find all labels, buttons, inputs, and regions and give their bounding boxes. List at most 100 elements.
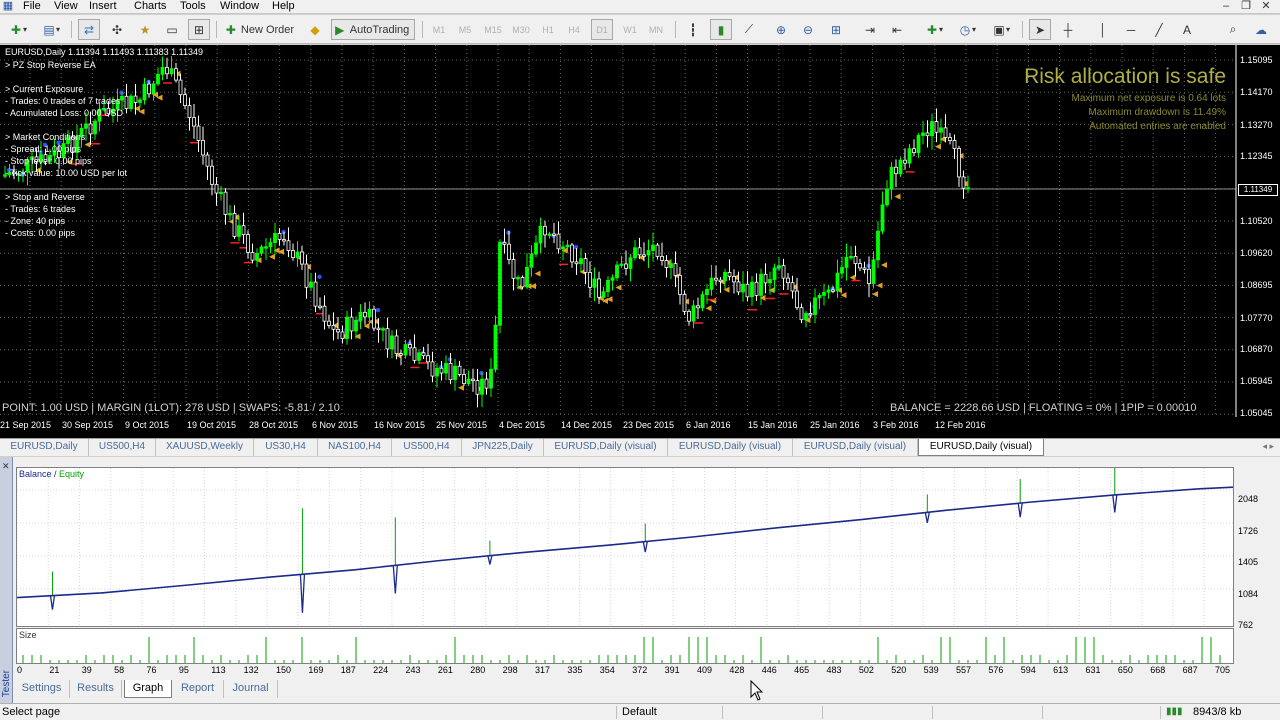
candle-body <box>453 365 457 381</box>
candle-body <box>718 279 723 283</box>
trade-axis-label: 465 <box>794 665 810 675</box>
vertical-line-button[interactable]: │ <box>1092 19 1114 40</box>
indicators-button[interactable]: ✚ ▾ <box>920 19 948 40</box>
tab-results[interactable]: Results <box>70 680 122 698</box>
periods-button[interactable]: ◷ ▾ <box>953 19 981 40</box>
chat-icon: ☁ <box>1255 22 1267 37</box>
restore-icon[interactable]: ❐ <box>1238 0 1254 13</box>
tab-chart[interactable]: US500,H4 <box>392 439 462 456</box>
line-chart-button[interactable]: ⟋ <box>738 19 760 40</box>
tab-scroll-arrows[interactable]: ◂ ▸ <box>1262 441 1274 452</box>
timeframe-h4[interactable]: H4 <box>563 19 585 40</box>
text-tool-button[interactable]: A <box>1176 19 1198 40</box>
trade-axis-label: 409 <box>696 665 712 675</box>
timeframe-h1[interactable]: H1 <box>537 19 559 40</box>
candle-body <box>466 378 471 384</box>
tab-settings[interactable]: Settings <box>14 680 70 698</box>
menu-tools[interactable]: Tools <box>180 0 206 14</box>
tab-chart[interactable]: NAS100,H4 <box>318 439 392 456</box>
cursor-tool-button[interactable]: ➤ <box>1029 19 1051 40</box>
meta-editor-button[interactable]: ◆ <box>304 19 326 40</box>
trade-axis-label: 557 <box>955 665 971 675</box>
search-button[interactable]: ⌕ <box>1222 19 1244 40</box>
indicators-icon: ✚ <box>926 22 938 37</box>
menu-file[interactable]: File <box>23 0 41 14</box>
tab-chart[interactable]: US500,H4 <box>89 439 156 456</box>
menu-insert[interactable]: Insert <box>89 0 117 14</box>
menu-help[interactable]: Help <box>272 0 295 14</box>
candle-body <box>444 362 448 374</box>
candle-body <box>876 230 880 261</box>
candle-body <box>376 327 381 331</box>
bar-chart-button[interactable]: ┇ <box>682 19 704 40</box>
menu-charts[interactable]: Charts <box>134 0 166 14</box>
play-icon: ▶ <box>335 22 345 37</box>
market-watch-button[interactable]: ⇄ <box>78 19 100 40</box>
tab-report[interactable]: Report <box>172 680 224 698</box>
tab-chart[interactable]: EURUSD,Daily (visual) <box>668 439 793 456</box>
profiles-button[interactable]: ▤ ▾ <box>36 19 66 40</box>
legend-balance: Balance <box>19 469 52 479</box>
candle-body <box>844 256 849 268</box>
trade-marker-icon <box>363 323 370 330</box>
trade-axis-label: 613 <box>1053 665 1069 675</box>
strategy-tester-button[interactable]: ⊞ <box>188 19 210 40</box>
timeframe-m15[interactable]: M15 <box>481 19 505 40</box>
auto-scroll-button[interactable]: ⇥ <box>859 19 881 40</box>
tile-windows-button[interactable]: ⊞ <box>825 19 847 40</box>
candle-body <box>439 367 444 374</box>
menu-view[interactable]: View <box>54 0 78 14</box>
horizontal-line-button[interactable]: ─ <box>1120 19 1142 40</box>
tab-chart[interactable]: US30,H4 <box>254 439 318 456</box>
status-bar: Select page Default ▮▮▮ 8943/8 kb <box>0 703 1280 720</box>
tab-journal[interactable]: Journal <box>224 680 278 698</box>
trade-marker-icon <box>759 294 766 301</box>
candle-body <box>795 290 799 309</box>
auto-trading-button[interactable]: ▶ AutoTrading <box>331 19 415 40</box>
candle-body <box>772 267 777 280</box>
templates-button[interactable]: ▣ ▾ <box>986 19 1016 40</box>
new-chart-button[interactable]: ✚ ▾ <box>3 19 33 40</box>
navigator-button[interactable]: ★ <box>134 19 156 40</box>
tab-chart[interactable]: EURUSD,Daily <box>0 439 89 456</box>
terminal-button[interactable]: ▭ <box>161 19 183 40</box>
chart-shift-button[interactable]: ⇤ <box>886 19 908 40</box>
trade-axis-label: 594 <box>1020 665 1036 675</box>
zoom-in-button[interactable]: ⊕ <box>770 19 792 40</box>
data-window-button[interactable]: ✣ <box>106 19 128 40</box>
candle-chart-button[interactable]: ▮ <box>710 19 732 40</box>
candle-body <box>966 187 970 190</box>
candle-body <box>223 191 228 215</box>
tab-chart[interactable]: XAUUSD,Weekly <box>156 439 254 456</box>
timeframe-m5[interactable]: M5 <box>455 19 475 40</box>
tab-chart-active[interactable]: EURUSD,Daily (visual) <box>918 439 1044 456</box>
timeframe-m30[interactable]: M30 <box>509 19 533 40</box>
tab-chart[interactable]: JPN225,Daily <box>462 439 544 456</box>
trade-axis-label: 428 <box>729 665 745 675</box>
price-chart[interactable]: EURUSD,Daily 1.11394 1.11493 1.11383 1.1… <box>0 45 1280 438</box>
tab-graph[interactable]: Graph <box>124 680 172 698</box>
minimize-icon[interactable]: – <box>1218 0 1234 13</box>
trendline-button[interactable]: ╱ <box>1148 19 1170 40</box>
menu-window[interactable]: Window <box>220 0 259 14</box>
price-label: 1.14170 <box>1240 87 1273 97</box>
new-order-button[interactable]: ✚ New Order <box>222 19 300 40</box>
crosshair-button[interactable]: ┼ <box>1057 19 1079 40</box>
timeframe-mn[interactable]: MN <box>645 19 667 40</box>
timeframe-w1[interactable]: W1 <box>619 19 641 40</box>
chat-button[interactable]: ☁ <box>1250 19 1272 40</box>
balance-line: BALANCE = 2228.66 USD | FLOATING = 0% | … <box>890 402 1197 414</box>
zoom-out-button[interactable]: ⊖ <box>797 19 819 40</box>
candle-body <box>655 244 660 257</box>
close-icon[interactable]: ✕ <box>1258 0 1274 13</box>
close-icon[interactable]: ✕ <box>2 461 10 472</box>
tab-chart[interactable]: EURUSD,Daily (visual) <box>793 439 918 456</box>
timeframe-m1[interactable]: M1 <box>429 19 449 40</box>
candle-body <box>88 123 93 135</box>
tab-chart[interactable]: EURUSD,Daily (visual) <box>544 439 668 456</box>
text-tool-icon: A <box>1182 22 1191 37</box>
timeframe-d1[interactable]: D1 <box>591 19 613 40</box>
candle-body <box>543 225 547 236</box>
diamond-icon: ◆ <box>310 22 320 37</box>
balance-graph[interactable]: Balance / Equity <box>16 464 1234 627</box>
